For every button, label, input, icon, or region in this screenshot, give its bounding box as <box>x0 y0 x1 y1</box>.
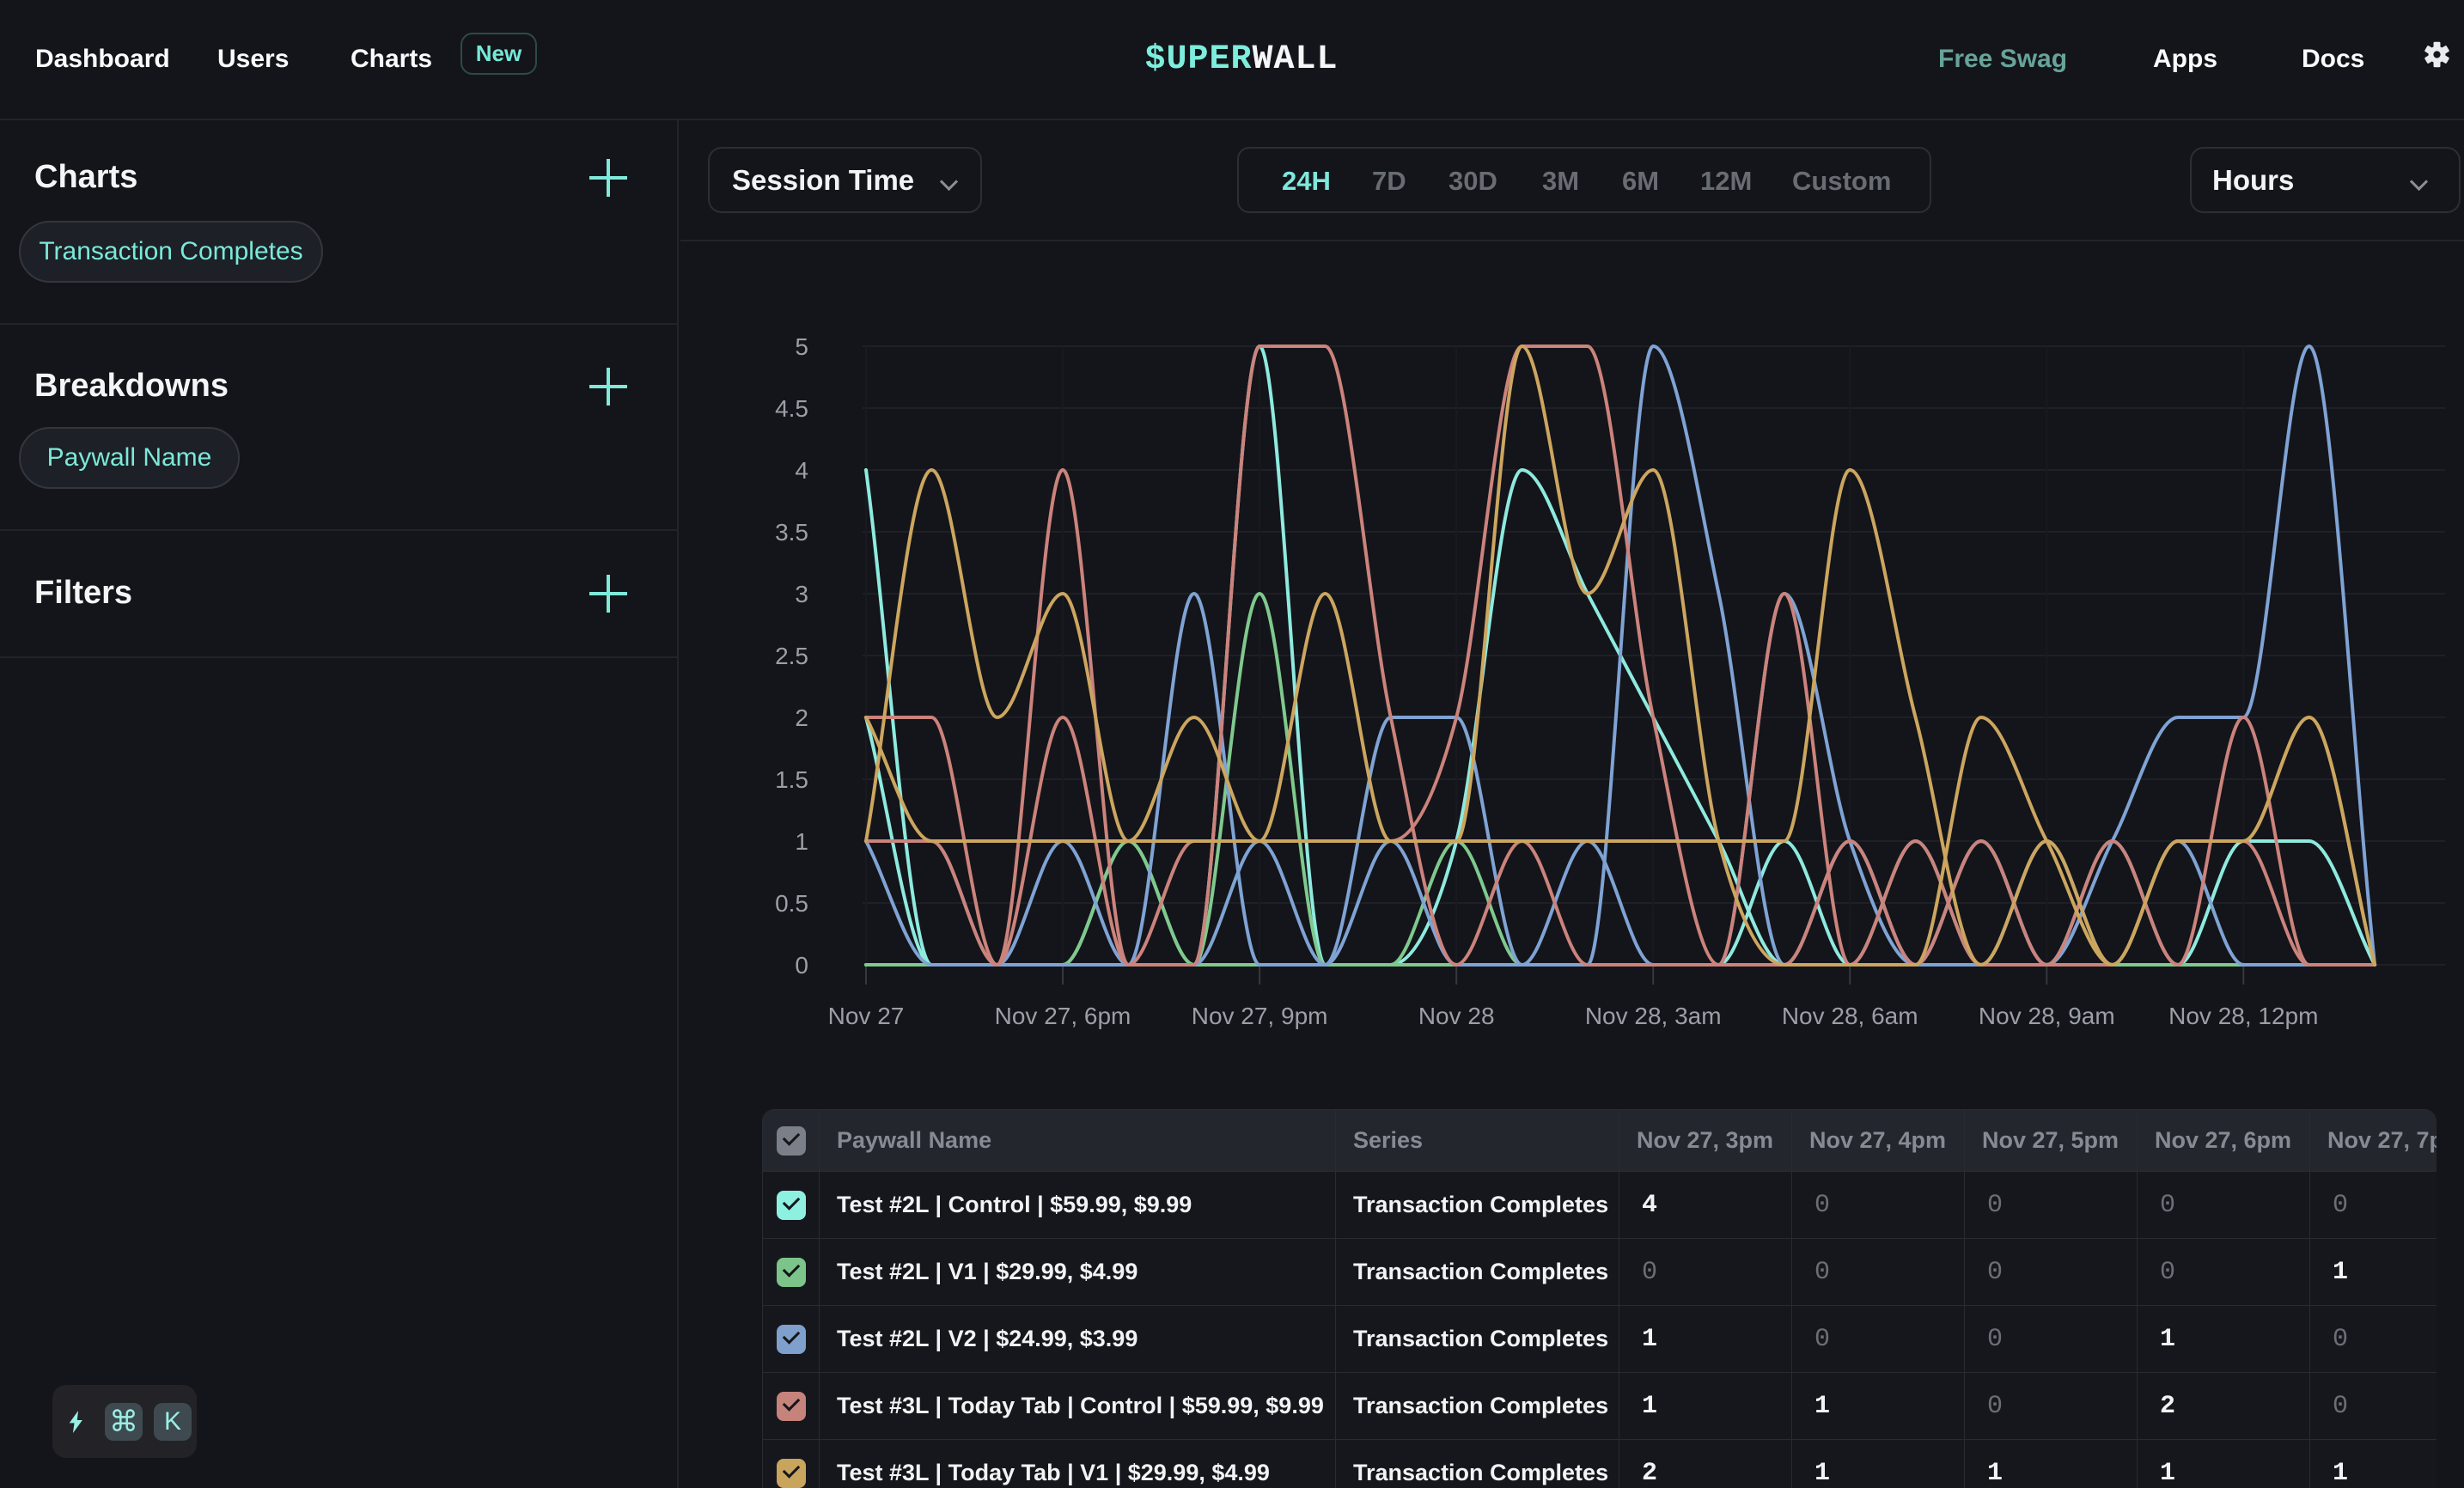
svg-text:Nov 27: Nov 27 <box>828 1003 905 1029</box>
svg-text:2: 2 <box>795 704 808 731</box>
svg-text:Nov 28, 12pm: Nov 28, 12pm <box>2168 1003 2318 1029</box>
svg-text:2.5: 2.5 <box>775 643 808 669</box>
svg-text:1.5: 1.5 <box>775 766 808 793</box>
svg-text:Nov 28: Nov 28 <box>1418 1003 1495 1029</box>
svg-text:4: 4 <box>795 457 808 484</box>
svg-text:Nov 27, 6pm: Nov 27, 6pm <box>995 1003 1131 1029</box>
svg-text:Nov 27, 9pm: Nov 27, 9pm <box>1192 1003 1328 1029</box>
svg-text:1: 1 <box>795 828 808 855</box>
svg-text:Nov 28, 9am: Nov 28, 9am <box>1979 1003 2115 1029</box>
svg-text:Nov 28, 6am: Nov 28, 6am <box>1782 1003 1918 1029</box>
svg-text:4.5: 4.5 <box>775 395 808 422</box>
svg-text:3: 3 <box>795 581 808 607</box>
svg-text:Nov 28, 3am: Nov 28, 3am <box>1585 1003 1722 1029</box>
svg-text:3.5: 3.5 <box>775 519 808 546</box>
svg-text:0: 0 <box>795 952 808 979</box>
svg-text:5: 5 <box>795 333 808 360</box>
svg-text:0.5: 0.5 <box>775 890 808 917</box>
